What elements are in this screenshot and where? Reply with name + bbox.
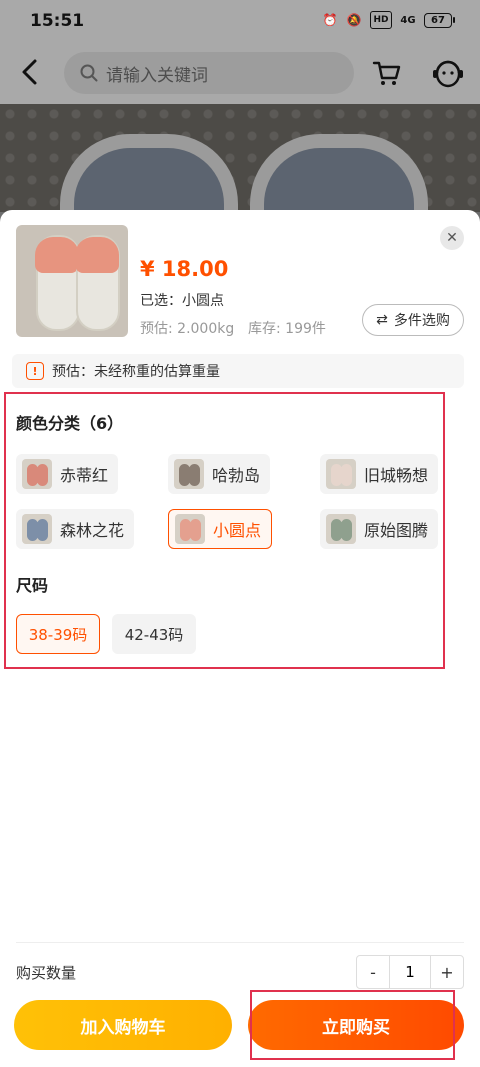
customer-service-icon[interactable] xyxy=(430,56,466,90)
decrement-button[interactable]: - xyxy=(357,956,389,988)
color-option[interactable]: 原始图腾 xyxy=(320,509,439,549)
close-button[interactable]: ✕ xyxy=(440,226,464,250)
color-option-selected[interactable]: 小圆点 xyxy=(168,509,273,549)
status-icons: ⏰ 🔕 HD 4G 67 xyxy=(322,11,455,29)
divider xyxy=(16,942,464,943)
multi-select-label: 多件选购 xyxy=(393,313,450,329)
alarm-icon: ⏰ xyxy=(322,13,338,27)
size-section-title: 尺码 xyxy=(16,576,49,595)
color-option-label: 旧城畅想 xyxy=(364,466,429,485)
notice-text: 预估：未经称重的估算重量 xyxy=(52,364,220,380)
status-time: 15:51 xyxy=(30,11,85,31)
close-icon: ✕ xyxy=(446,230,458,246)
size-option[interactable]: 42-43码 xyxy=(112,614,196,654)
battery-icon: 67 xyxy=(424,12,455,28)
add-to-cart-button[interactable]: 加入购物车 xyxy=(14,1000,232,1050)
quantity-value[interactable]: 1 xyxy=(389,956,431,988)
color-option-image xyxy=(175,514,205,544)
search-bar[interactable]: 请输入关键词 xyxy=(64,52,354,94)
search-icon xyxy=(80,64,98,82)
color-option-image xyxy=(174,459,204,489)
quantity-label: 购买数量 xyxy=(16,964,77,982)
color-option-label: 小圆点 xyxy=(213,521,262,540)
quantity-stepper[interactable]: - 1 + xyxy=(356,955,464,989)
color-option[interactable]: 旧城畅想 xyxy=(320,454,439,494)
color-option[interactable]: 赤蒂红 xyxy=(16,454,119,494)
sku-sheet: ¥ 18.00 已选：小圆点 预估: 2.000kg 库存: 199件 ✕ ⇄ … xyxy=(0,210,480,1067)
swap-icon: ⇄ xyxy=(376,312,388,328)
color-option-label: 哈勃岛 xyxy=(212,466,261,485)
color-option-image xyxy=(326,459,356,489)
highlight-frame-buy xyxy=(250,990,455,1060)
size-option-selected[interactable]: 38-39码 xyxy=(16,614,100,654)
color-option-label: 原始图腾 xyxy=(364,521,429,540)
selected-option-text: 已选：小圆点 xyxy=(140,293,224,309)
mute-icon: 🔕 xyxy=(346,13,362,27)
price: ¥ 18.00 xyxy=(140,257,229,281)
weight-estimate: 预估: 2.000kg xyxy=(140,321,235,337)
signal-icon: 4G xyxy=(400,14,416,26)
cart-icon[interactable] xyxy=(372,58,402,88)
color-option-label: 赤蒂红 xyxy=(60,466,109,485)
product-photo xyxy=(0,104,480,238)
color-option[interactable]: 森林之花 xyxy=(16,509,135,549)
color-option[interactable]: 哈勃岛 xyxy=(168,454,271,494)
back-icon[interactable] xyxy=(18,57,42,87)
color-option-image xyxy=(326,514,356,544)
info-icon: ! xyxy=(26,362,44,380)
color-option-image xyxy=(22,514,52,544)
hd-icon: HD xyxy=(370,11,392,29)
multi-select-button[interactable]: ⇄ 多件选购 xyxy=(362,304,464,336)
status-bar: 15:51 ⏰ 🔕 HD 4G 67 xyxy=(0,0,480,42)
weight-notice: ! 预估：未经称重的估算重量 xyxy=(12,354,464,388)
color-section-title: 颜色分类（6） xyxy=(16,414,124,433)
color-option-label: 森林之花 xyxy=(60,521,125,540)
product-thumbnail[interactable] xyxy=(16,225,128,337)
size-option-label: 42-43码 xyxy=(124,625,184,644)
color-option-image xyxy=(22,459,52,489)
top-nav: 请输入关键词 xyxy=(0,42,480,104)
stock-count: 库存: 199件 xyxy=(248,321,326,337)
size-option-label: 38-39码 xyxy=(28,625,88,644)
search-placeholder: 请输入关键词 xyxy=(106,65,208,86)
increment-button[interactable]: + xyxy=(431,956,463,988)
